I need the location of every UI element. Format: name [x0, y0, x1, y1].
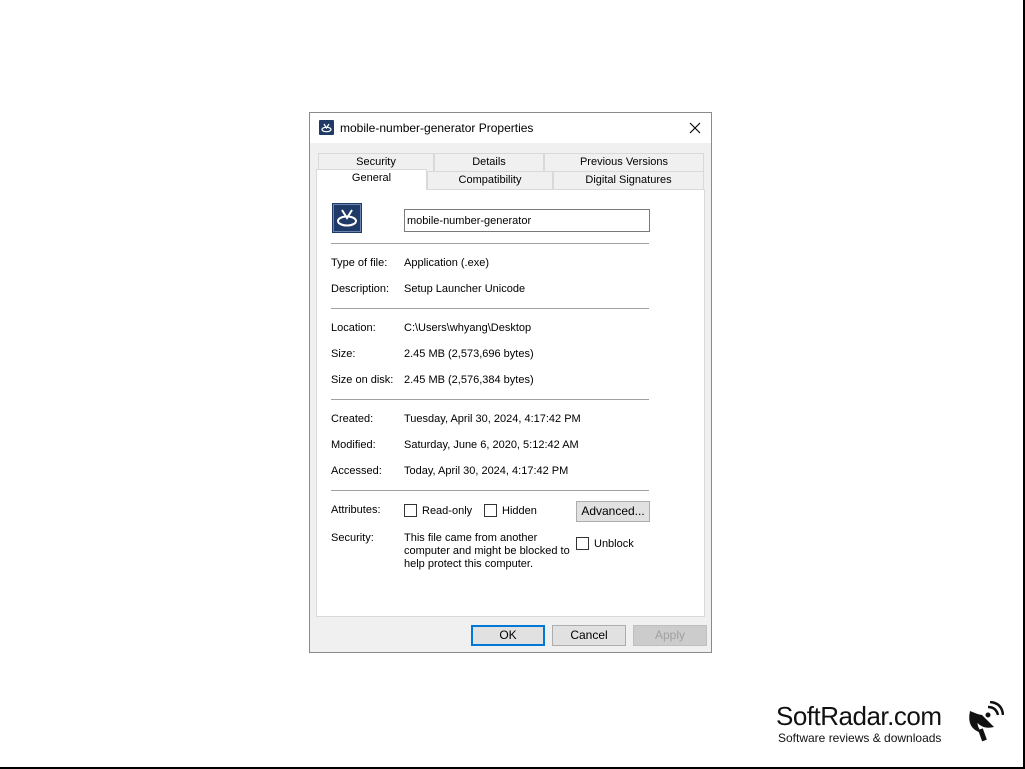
separator — [331, 243, 649, 244]
tab-details[interactable]: Details — [434, 153, 544, 172]
general-tab-panel: Type of file: Application (.exe) Descrip… — [316, 189, 705, 617]
close-icon — [689, 122, 701, 134]
attributes-label: Attributes: — [331, 504, 381, 516]
tab-previous-versions[interactable]: Previous Versions — [544, 153, 704, 172]
size-value: 2.45 MB (2,573,696 bytes) — [404, 348, 534, 360]
hidden-label: Hidden — [502, 504, 537, 517]
location-label: Location: — [331, 322, 376, 334]
separator — [331, 490, 649, 491]
title-bar[interactable]: mobile-number-generator Properties — [310, 113, 711, 143]
checkbox-box[interactable] — [404, 504, 417, 517]
separator — [331, 308, 649, 309]
close-button[interactable] — [679, 113, 711, 143]
tab-digital-signatures[interactable]: Digital Signatures — [553, 171, 704, 190]
created-label: Created: — [331, 413, 374, 425]
checkbox-box[interactable] — [484, 504, 497, 517]
brand-tagline: Software reviews & downloads — [778, 731, 942, 745]
window-title: mobile-number-generator Properties — [340, 121, 534, 135]
unblock-checkbox[interactable]: Unblock — [576, 537, 634, 550]
installer-app-icon — [332, 203, 362, 233]
security-label: Security: — [331, 532, 374, 544]
size-label: Size: — [331, 348, 356, 360]
modified-label: Modified: — [331, 439, 376, 451]
created-value: Tuesday, April 30, 2024, 4:17:42 PM — [404, 413, 581, 425]
type-value: Application (.exe) — [404, 257, 489, 269]
security-warning-text: This file came from another computer and… — [404, 532, 570, 570]
unblock-label: Unblock — [594, 537, 634, 550]
properties-dialog: mobile-number-generator Properties Secur… — [309, 112, 712, 653]
description-label: Description: — [331, 283, 390, 295]
checkbox-box[interactable] — [576, 537, 589, 550]
ok-button[interactable]: OK — [471, 625, 545, 646]
readonly-checkbox[interactable]: Read-only — [404, 504, 472, 517]
tab-general[interactable]: General — [316, 169, 427, 190]
type-label: Type of file: — [331, 257, 388, 269]
location-value: C:\Users\whyang\Desktop — [404, 322, 532, 334]
cancel-button[interactable]: Cancel — [552, 625, 626, 646]
satellite-dish-icon — [969, 701, 1004, 742]
tab-compatibility[interactable]: Compatibility — [427, 171, 553, 190]
advanced-button[interactable]: Advanced... — [576, 501, 650, 522]
hidden-checkbox[interactable]: Hidden — [484, 504, 537, 517]
brand-name: SoftRadar.com — [776, 701, 942, 731]
separator — [331, 399, 649, 400]
file-name-input[interactable] — [404, 209, 650, 232]
apply-button: Apply — [633, 625, 707, 646]
installer-app-icon — [319, 120, 334, 135]
description-value: Setup Launcher Unicode — [404, 283, 526, 295]
modified-value: Saturday, June 6, 2020, 5:12:42 AM — [404, 439, 579, 451]
accessed-value: Today, April 30, 2024, 4:17:42 PM — [404, 465, 569, 477]
size-on-disk-label: Size on disk: — [331, 374, 394, 386]
accessed-label: Accessed: — [331, 465, 382, 477]
size-on-disk-value: 2.45 MB (2,576,384 bytes) — [404, 374, 534, 386]
readonly-label: Read-only — [422, 504, 473, 517]
softradar-watermark: SoftRadar.com Software reviews & downloa… — [776, 701, 1006, 751]
